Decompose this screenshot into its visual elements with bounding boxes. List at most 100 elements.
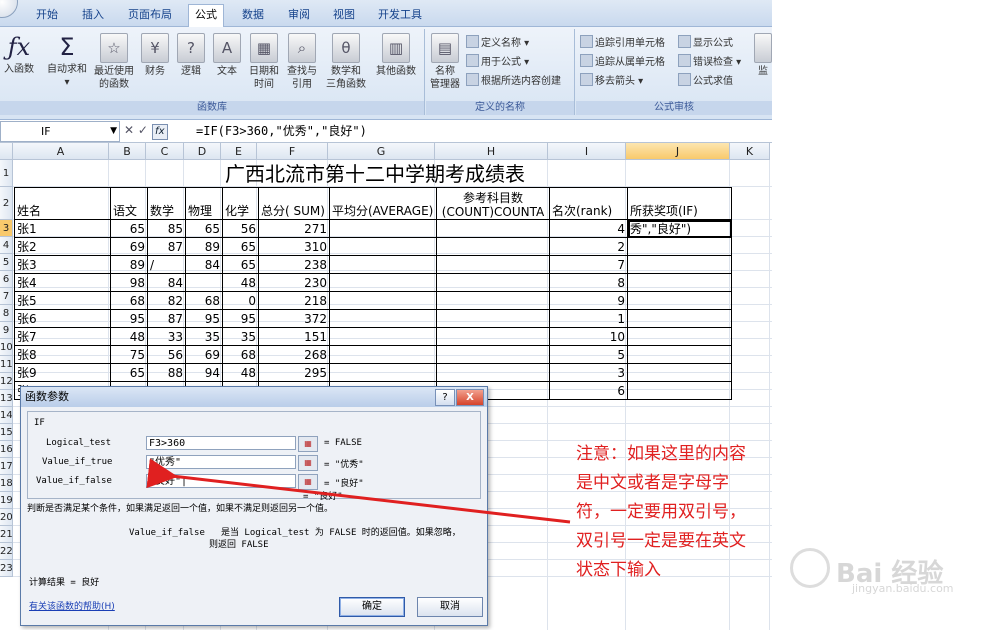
row-header-3[interactable]: 3 [0, 220, 13, 237]
row-header-14[interactable]: 14 [0, 407, 13, 424]
table-cell[interactable] [329, 237, 437, 256]
table-cell[interactable]: 230 [258, 273, 330, 292]
column-header-e[interactable]: E [221, 143, 257, 160]
table-cell[interactable] [627, 273, 732, 292]
table-cell[interactable]: 89 [185, 237, 223, 256]
student-name-cell[interactable]: 张5 [14, 291, 111, 310]
trace-dependents-button[interactable]: 追踪从属单元格 [580, 54, 665, 70]
math-button[interactable]: θ 数学和 三角函数 [322, 33, 370, 91]
datetime-button[interactable]: ▦ 日期和 时间 [246, 33, 282, 91]
use-in-formula-button[interactable]: 用于公式 ▾ [466, 54, 529, 70]
select-all-corner[interactable] [0, 143, 13, 160]
financial-button[interactable]: ¥ 财务 [138, 33, 172, 78]
tab-view[interactable]: 视图 [327, 5, 361, 24]
table-cell[interactable]: 2 [549, 237, 628, 256]
student-name-cell[interactable]: 张7 [14, 327, 111, 346]
column-heading[interactable]: 参考科目数(COUNT)COUNTA [436, 187, 550, 220]
table-cell[interactable] [627, 237, 732, 256]
row-header-9[interactable]: 9 [0, 322, 13, 339]
tab-review[interactable]: 审阅 [282, 5, 316, 24]
table-cell[interactable]: 35 [185, 327, 223, 346]
row-header-16[interactable]: 16 [0, 441, 13, 458]
table-cell[interactable]: 68 [185, 291, 223, 310]
student-name-cell[interactable]: 张1 [14, 219, 111, 238]
table-cell[interactable]: 6 [549, 381, 628, 400]
remove-arrows-button[interactable]: 移去箭头 ▾ [580, 73, 643, 89]
column-header-a[interactable]: A [13, 143, 109, 160]
autosum-button[interactable]: Σ 自动求和 ▾ [42, 33, 92, 89]
row-header-18[interactable]: 18 [0, 475, 13, 492]
row-header-13[interactable]: 13 [0, 390, 13, 407]
row-header-20[interactable]: 20 [0, 509, 13, 526]
row-header-6[interactable]: 6 [0, 271, 13, 288]
table-cell[interactable] [329, 309, 437, 328]
table-cell[interactable]: 48 [222, 363, 259, 382]
table-cell[interactable]: 1 [549, 309, 628, 328]
table-cell[interactable]: 68 [222, 345, 259, 364]
column-header-j[interactable]: J [626, 143, 730, 160]
column-heading[interactable]: 语文 [110, 187, 148, 220]
row-header-12[interactable]: 12 [0, 373, 13, 390]
name-box[interactable]: IF ▼ [0, 121, 120, 142]
table-cell[interactable]: / [147, 255, 186, 274]
table-cell[interactable]: 65 [222, 255, 259, 274]
logical-button[interactable]: ? 逻辑 [174, 33, 208, 78]
row-header-1[interactable]: 1 [0, 160, 13, 187]
recent-functions-button[interactable]: ☆ 最近使用 的函数 [92, 33, 136, 91]
table-cell[interactable]: 35 [222, 327, 259, 346]
table-cell[interactable] [627, 363, 732, 382]
table-cell[interactable]: 94 [185, 363, 223, 382]
tab-page-layout[interactable]: 页面布局 [122, 5, 178, 24]
table-cell[interactable] [329, 345, 437, 364]
table-cell[interactable] [436, 237, 550, 256]
table-cell[interactable]: 69 [110, 237, 148, 256]
table-cell[interactable] [627, 291, 732, 310]
student-name-cell[interactable]: 张9 [14, 363, 111, 382]
more-functions-button[interactable]: ▥ 其他函数 [372, 33, 420, 78]
create-from-selection-button[interactable]: 根据所选内容创建 [466, 73, 561, 89]
table-cell[interactable]: 48 [222, 273, 259, 292]
table-cell[interactable]: 7 [549, 255, 628, 274]
row-header-8[interactable]: 8 [0, 305, 13, 322]
table-cell[interactable]: 268 [258, 345, 330, 364]
value-if-false-input[interactable]: "良好"| [146, 474, 296, 488]
table-cell[interactable] [436, 345, 550, 364]
student-name-cell[interactable]: 张3 [14, 255, 111, 274]
define-name-button[interactable]: 定义名称 ▾ [466, 35, 529, 51]
table-cell[interactable]: 271 [258, 219, 330, 238]
column-header-g[interactable]: G [328, 143, 435, 160]
table-cell[interactable] [436, 291, 550, 310]
table-cell[interactable]: 65 [222, 237, 259, 256]
column-header-k[interactable]: K [730, 143, 770, 160]
row-header-5[interactable]: 5 [0, 254, 13, 271]
table-cell[interactable]: 69 [185, 345, 223, 364]
tab-data[interactable]: 数据 [236, 5, 270, 24]
table-cell[interactable]: 87 [147, 309, 186, 328]
table-cell[interactable] [436, 255, 550, 274]
office-button[interactable] [0, 0, 18, 18]
insert-function-button[interactable]: ƒx 入函数 [0, 33, 38, 76]
row-header-19[interactable]: 19 [0, 492, 13, 509]
table-cell[interactable]: 98 [110, 273, 148, 292]
text-button[interactable]: A 文本 [210, 33, 244, 78]
error-checking-button[interactable]: 错误检查 ▾ [678, 54, 741, 70]
table-cell[interactable]: 95 [185, 309, 223, 328]
row-header-15[interactable]: 15 [0, 424, 13, 441]
row-header-2[interactable]: 2 [0, 187, 13, 220]
show-formulas-button[interactable]: 显示公式 [678, 35, 733, 51]
function-help-link[interactable]: 有关该函数的帮助(H) [29, 599, 115, 612]
table-cell[interactable]: 4 [549, 219, 628, 238]
table-cell[interactable] [627, 345, 732, 364]
table-cell[interactable]: 95 [110, 309, 148, 328]
trace-precedents-button[interactable]: 追踪引用单元格 [580, 35, 665, 51]
table-cell[interactable]: 65 [110, 219, 148, 238]
table-cell[interactable]: 0 [222, 291, 259, 310]
row-header-21[interactable]: 21 [0, 526, 13, 543]
watch-window-button[interactable]: 监 [754, 33, 772, 78]
tab-developer[interactable]: 开发工具 [372, 5, 428, 24]
table-cell[interactable]: 65 [110, 363, 148, 382]
column-heading[interactable]: 总分( SUM) [258, 187, 330, 220]
cancel-icon[interactable]: ✕ [124, 123, 134, 137]
table-cell[interactable] [329, 327, 437, 346]
column-header-i[interactable]: I [548, 143, 626, 160]
